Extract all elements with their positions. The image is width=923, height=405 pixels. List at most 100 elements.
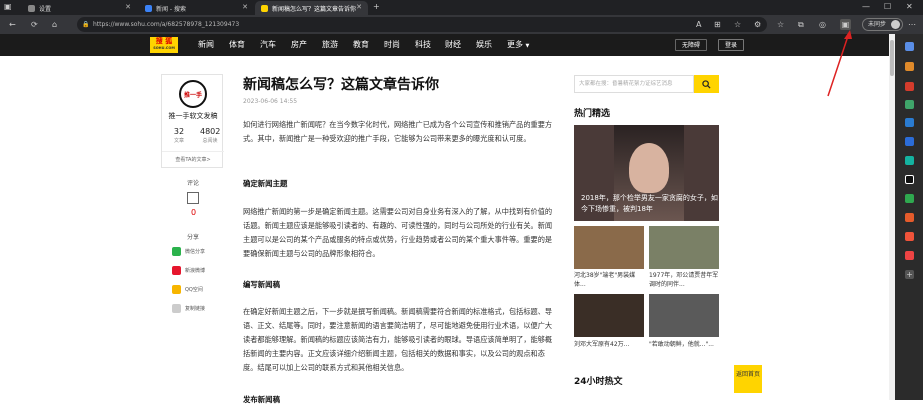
- thumb-caption[interactable]: 河北38岁"端老"男装媒体...: [574, 271, 646, 289]
- more-icon[interactable]: ⋯: [908, 19, 916, 30]
- page-content: 推一手 推一手软文发稿 32 文章 4802 总阅读 查看TA的文章> 评论 0…: [0, 56, 893, 404]
- comment-icon[interactable]: [187, 192, 199, 204]
- screenshot-icon[interactable]: ▣: [840, 19, 851, 30]
- app-icon[interactable]: [905, 251, 914, 260]
- minimize-icon[interactable]: —: [862, 1, 870, 12]
- logo-subtext: SOHU.COM: [153, 46, 175, 50]
- hot-main-story[interactable]: 2018年，那个检举男友一家贪腐的女子，如今下场惨重，被判18年: [574, 125, 719, 221]
- tab-label: 新闻 - 搜索: [156, 5, 186, 13]
- login-button[interactable]: 登录: [718, 39, 745, 51]
- tab-label: 新闻稿怎么写？这篇文章告诉你: [272, 5, 357, 13]
- close-icon[interactable]: ✕: [242, 3, 248, 11]
- reads-count: 4802: [200, 127, 221, 136]
- address-toolbar: ← ⟳ ⌂ 🔒 https://www.sohu.com/a/682578978…: [0, 15, 923, 34]
- accessibility-button[interactable]: 无障碍: [675, 39, 708, 51]
- site-search-input[interactable]: 大家都在搜：昏暑精花絮力证综艺消息: [574, 75, 694, 93]
- teams-icon[interactable]: [905, 156, 914, 165]
- tab-settings[interactable]: 设置 ✕: [22, 1, 137, 15]
- app-icon[interactable]: [905, 194, 914, 203]
- qzone-icon: [172, 285, 181, 294]
- office-icon[interactable]: [905, 118, 914, 127]
- app-icon[interactable]: ⊞: [714, 19, 721, 30]
- thumb-image[interactable]: [649, 226, 719, 269]
- share-label-text: 新浪微博: [185, 268, 206, 274]
- share-weibo[interactable]: 新浪微博: [172, 266, 205, 275]
- favorites-icon[interactable]: ☆: [777, 19, 784, 30]
- shopping-icon[interactable]: [905, 62, 914, 71]
- lock-icon: 🔒: [82, 21, 90, 28]
- link-icon: [172, 304, 181, 313]
- new-tab-icon[interactable]: +: [373, 1, 380, 12]
- nav-news[interactable]: 新闻: [198, 34, 214, 56]
- read-aloud-icon[interactable]: A: [696, 19, 701, 30]
- articles-count: 32: [173, 127, 185, 136]
- thumb-image[interactable]: [574, 294, 644, 337]
- nav-fashion[interactable]: 时尚: [384, 34, 400, 56]
- reads-label: 总阅读: [202, 138, 218, 144]
- window-menu-icon[interactable]: ▣: [4, 1, 12, 12]
- tools-icon[interactable]: [905, 82, 914, 91]
- article-paragraph: 在确定好新闻主题之后，下一步就是撰写新闻稿。新闻稿需要符合新闻的标准格式，包括标…: [243, 307, 553, 372]
- articles-label: 文章: [173, 138, 184, 144]
- article-title: 新闻稿怎么写？这篇文章告诉你: [243, 77, 439, 93]
- tab-article[interactable]: 新闻稿怎么写？这篇文章告诉你 ✕: [255, 1, 368, 15]
- close-window-icon[interactable]: ✕: [906, 1, 913, 12]
- share-copy-link[interactable]: 复制链接: [172, 304, 205, 313]
- wechat-icon: [172, 247, 181, 256]
- refresh-icon[interactable]: ⟳: [31, 19, 38, 30]
- author-logo-text: 推一手: [183, 91, 202, 99]
- sync-button[interactable]: 未同步: [862, 18, 904, 31]
- extension-icon[interactable]: ◎: [819, 19, 826, 30]
- tiktok-icon[interactable]: [905, 175, 914, 184]
- collections-icon[interactable]: ⧉: [798, 19, 804, 30]
- share-label-text: 微信分享: [185, 249, 206, 255]
- nav-house[interactable]: 房产: [291, 34, 307, 56]
- author-card: 推一手 推一手软文发稿 32 文章 4802 总阅读 查看TA的文章>: [161, 74, 224, 168]
- close-icon[interactable]: ✕: [125, 3, 131, 11]
- author-name[interactable]: 推一手软文发稿: [162, 111, 224, 121]
- scrollbar-thumb[interactable]: [890, 40, 894, 76]
- home-icon[interactable]: ⌂: [52, 19, 57, 30]
- nav-tech[interactable]: 科技: [415, 34, 431, 56]
- share-label-text: QQ空间: [185, 287, 203, 293]
- tab-search[interactable]: 新闻 - 搜索 ✕: [139, 1, 254, 15]
- url-input[interactable]: 🔒 https://www.sohu.com/a/682578978_12130…: [77, 17, 767, 32]
- search-icon: [702, 79, 711, 89]
- nav-finance[interactable]: 财经: [445, 34, 461, 56]
- sohu-logo[interactable]: 搜 狐 SOHU.COM: [150, 37, 178, 53]
- author-avatar[interactable]: 推一手: [179, 80, 207, 108]
- games-icon[interactable]: [905, 100, 914, 109]
- search-icon[interactable]: [905, 42, 914, 51]
- logo-text: 搜 狐: [155, 37, 173, 45]
- search-button[interactable]: [694, 75, 719, 93]
- nav-travel[interactable]: 旅游: [322, 34, 338, 56]
- app-icon[interactable]: [905, 213, 914, 222]
- site-navbar: 搜 狐 SOHU.COM 新闻 体育 汽车 房产 旅游 教育 时尚 科技 财经 …: [0, 34, 893, 56]
- nav-sports[interactable]: 体育: [229, 34, 245, 56]
- thumb-image[interactable]: [649, 294, 719, 337]
- nav-education[interactable]: 教育: [353, 34, 369, 56]
- favorite-icon[interactable]: ☆: [734, 19, 741, 30]
- tab-label: 设置: [39, 5, 52, 13]
- nav-auto[interactable]: 汽车: [260, 34, 276, 56]
- close-icon[interactable]: ✕: [356, 3, 362, 11]
- thumb-image[interactable]: [574, 226, 644, 269]
- view-articles-link[interactable]: 查看TA的文章>: [162, 156, 224, 163]
- article-subheading: 确定新闻主题: [243, 179, 288, 188]
- back-icon[interactable]: ←: [9, 19, 16, 30]
- thumb-caption[interactable]: 刘邓大军原有42万...: [574, 340, 646, 358]
- search-icon: [145, 4, 152, 12]
- share-wechat[interactable]: 微信分享: [172, 247, 205, 256]
- thumb-caption[interactable]: 1977年，邓公请贾昔年军调时的同伴...: [649, 271, 721, 289]
- add-icon[interactable]: +: [905, 270, 914, 279]
- outlook-icon[interactable]: [905, 137, 914, 146]
- nav-more[interactable]: 更多 ▼: [507, 34, 529, 56]
- extensions-icon[interactable]: ⚙: [754, 19, 761, 30]
- thumb-caption[interactable]: "若敢动朝鲜，他就..."...: [649, 340, 721, 358]
- share-qzone[interactable]: QQ空间: [172, 285, 203, 294]
- nav-entertainment[interactable]: 娱乐: [476, 34, 492, 56]
- app-icon[interactable]: [905, 232, 914, 241]
- back-to-home-button[interactable]: 返回首页: [734, 365, 762, 393]
- maximize-icon[interactable]: ☐: [884, 1, 891, 12]
- url-text: https://www.sohu.com/a/682578978_1213094…: [93, 21, 240, 28]
